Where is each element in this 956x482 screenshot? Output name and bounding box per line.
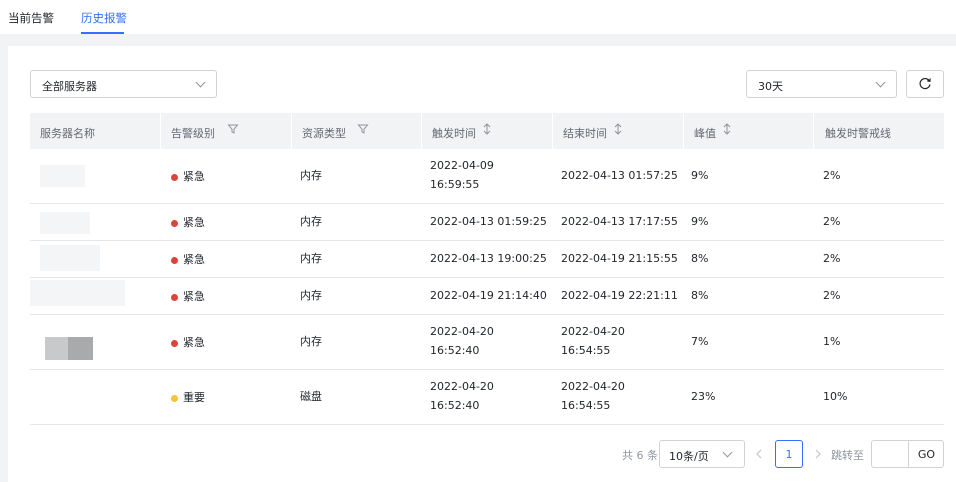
trigger-time-cell: 2022-04-13 01:59:25: [430, 215, 547, 228]
total-count: 共 6 条: [622, 449, 658, 462]
peak-cell: 8%: [691, 252, 709, 265]
peak-cell: 8%: [691, 289, 709, 302]
current-page-number: 1: [785, 448, 793, 461]
threshold-cell: 1%: [823, 335, 841, 348]
level-cell: 紧急: [183, 170, 205, 183]
active-tab-indicator: [81, 32, 124, 34]
column-header-peak: 峰值: [694, 127, 716, 140]
page-button-current[interactable]: 1: [775, 440, 803, 468]
trigger-time-cell: 2022-04-20: [430, 380, 494, 393]
peak-cell: 9%: [691, 215, 709, 228]
server-select-value: 全部服务器: [42, 80, 97, 93]
tab-history-alerts[interactable]: 历史报警: [81, 10, 127, 26]
resource-cell: 磁盘: [300, 390, 322, 403]
end-time-cell: 2022-04-20: [561, 325, 625, 338]
resource-cell: 内存: [300, 215, 322, 228]
sort-icon[interactable]: [613, 123, 623, 135]
time-range-select[interactable]: 30天: [746, 70, 897, 98]
end-time-cell: 2022-04-19 21:15:55: [561, 252, 678, 265]
page-size-value: 10条/页: [669, 450, 709, 463]
jump-page-input[interactable]: [872, 441, 909, 467]
level-cell: 紧急: [183, 290, 205, 303]
tab-current-alerts[interactable]: 当前告警: [8, 10, 54, 26]
column-header-end-time: 结束时间: [563, 127, 607, 140]
jump-label: 跳转至: [831, 449, 864, 462]
threshold-cell: 10%: [823, 390, 848, 403]
trigger-time-cell: 16:52:40: [430, 399, 480, 412]
refresh-button[interactable]: [906, 70, 944, 98]
chevron-down-icon: [875, 77, 886, 88]
chevron-down-icon: [722, 447, 733, 458]
table-header: 服务器名称 告警级别 资源类型 触发时间 结束时间 峰值 触发时警戒线: [30, 113, 944, 149]
resource-cell: 内存: [300, 169, 322, 182]
content-panel: 全部服务器 30天 服务器名称 告警级别 资源类型 触发时间 结束时间 峰值 触…: [8, 46, 956, 482]
jump-page-group: GO: [871, 440, 944, 468]
threshold-cell: 2%: [823, 252, 841, 265]
tab-bar: 当前告警 历史报警: [0, 0, 956, 34]
server-select[interactable]: 全部服务器: [30, 70, 217, 98]
trigger-time-cell: 16:52:40: [430, 344, 480, 357]
level-cell: 紧急: [183, 253, 205, 266]
peak-cell: 9%: [691, 169, 709, 182]
level-dot: [171, 294, 178, 301]
redacted-server-name: [45, 337, 70, 360]
redacted-server-name: [68, 337, 93, 360]
threshold-cell: 2%: [823, 289, 841, 302]
column-header-level: 告警级别: [171, 127, 215, 140]
peak-cell: 23%: [691, 390, 716, 403]
level-dot: [171, 220, 178, 227]
sort-icon[interactable]: [482, 123, 492, 135]
table-row: 重要 磁盘 2022-04-20 16:52:40 2022-04-20 16:…: [30, 370, 944, 425]
level-dot: [171, 340, 178, 347]
redacted-server-name: [40, 165, 85, 187]
trigger-time-cell: 16:59:55: [430, 178, 480, 191]
table-row: 紧急 内存 2022-04-19 21:14:40 2022-04-19 22:…: [30, 278, 944, 315]
filter-icon[interactable]: [357, 123, 369, 135]
sort-icon[interactable]: [722, 123, 732, 135]
table-row: 紧急 内存 2022-04-20 16:52:40 2022-04-20 16:…: [30, 315, 944, 370]
level-dot: [171, 174, 178, 181]
redacted-server-name: [40, 212, 90, 234]
level-cell: 紧急: [183, 336, 205, 349]
end-time-cell: 16:54:55: [561, 399, 611, 412]
end-time-cell: 2022-04-19 22:21:11: [561, 289, 678, 302]
trigger-time-cell: 2022-04-09: [430, 159, 494, 172]
resource-cell: 内存: [300, 335, 322, 348]
column-header-resource: 资源类型: [302, 127, 346, 140]
refresh-icon: [919, 77, 931, 90]
end-time-cell: 2022-04-13 17:17:55: [561, 215, 678, 228]
threshold-cell: 2%: [823, 169, 841, 182]
end-time-cell: 2022-04-20: [561, 380, 625, 393]
level-dot: [171, 257, 178, 264]
next-page-icon[interactable]: [813, 448, 823, 460]
chevron-down-icon: [195, 77, 206, 88]
level-cell: 重要: [183, 391, 205, 404]
filter-icon[interactable]: [227, 123, 239, 135]
redacted-server-name: [30, 280, 125, 306]
column-header-server: 服务器名称: [40, 127, 95, 140]
end-time-cell: 16:54:55: [561, 344, 611, 357]
redacted-server-name: [40, 245, 100, 271]
resource-cell: 内存: [300, 289, 322, 302]
peak-cell: 7%: [691, 335, 709, 348]
column-header-threshold: 触发时警戒线: [825, 127, 891, 140]
time-range-value: 30天: [758, 80, 783, 93]
level-cell: 紧急: [183, 216, 205, 229]
threshold-cell: 2%: [823, 215, 841, 228]
page-size-select[interactable]: 10条/页: [659, 440, 745, 468]
table-row: 紧急 内存 2022-04-09 16:59:55 2022-04-13 01:…: [30, 149, 944, 204]
go-button[interactable]: GO: [909, 448, 944, 461]
column-header-trigger-time: 触发时间: [432, 127, 476, 140]
table-row: 紧急 内存 2022-04-13 19:00:25 2022-04-19 21:…: [30, 241, 944, 278]
end-time-cell: 2022-04-13 01:57:25: [561, 169, 678, 182]
table-row: 紧急 内存 2022-04-13 01:59:25 2022-04-13 17:…: [30, 204, 944, 241]
trigger-time-cell: 2022-04-20: [430, 325, 494, 338]
prev-page-icon[interactable]: [754, 448, 764, 460]
trigger-time-cell: 2022-04-13 19:00:25: [430, 252, 547, 265]
level-dot: [171, 395, 178, 402]
resource-cell: 内存: [300, 252, 322, 265]
trigger-time-cell: 2022-04-19 21:14:40: [430, 289, 547, 302]
